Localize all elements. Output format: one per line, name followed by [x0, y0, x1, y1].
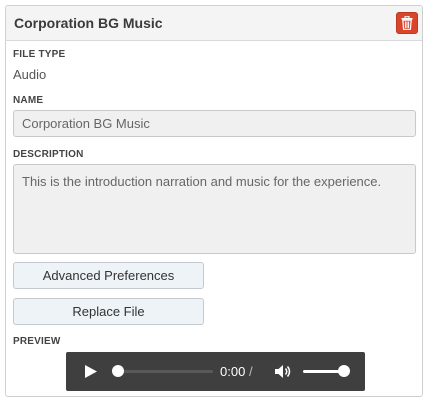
replace-file-button[interactable]: Replace File: [13, 298, 204, 325]
audio-player: 0:00 /: [66, 352, 365, 391]
trash-icon: [401, 16, 413, 30]
file-type-value: Audio: [13, 67, 47, 82]
current-time: 0:00: [220, 364, 246, 379]
name-input[interactable]: Corporation BG Music: [13, 110, 416, 137]
volume-handle[interactable]: [338, 365, 350, 377]
file-type-label: FILE TYPE: [13, 49, 66, 60]
preview-label: PREVIEW: [13, 336, 61, 347]
seek-handle[interactable]: [112, 365, 124, 377]
time-separator: /: [248, 364, 253, 379]
name-label: NAME: [13, 95, 44, 106]
panel-header: Corporation BG Music: [6, 6, 422, 41]
seek-bar[interactable]: [119, 370, 213, 373]
volume-icon[interactable]: [274, 364, 292, 379]
advanced-preferences-button[interactable]: Advanced Preferences: [13, 262, 204, 289]
description-label: DESCRIPTION: [13, 149, 84, 160]
description-textarea[interactable]: This is the introduction narration and m…: [13, 164, 416, 254]
play-icon[interactable]: [84, 364, 98, 379]
asset-panel: Corporation BG Music FILE TYPE Audio NAM…: [5, 5, 423, 397]
time-display: 0:00 /: [220, 364, 253, 379]
delete-button[interactable]: [396, 12, 418, 34]
panel-title: Corporation BG Music: [14, 15, 163, 31]
